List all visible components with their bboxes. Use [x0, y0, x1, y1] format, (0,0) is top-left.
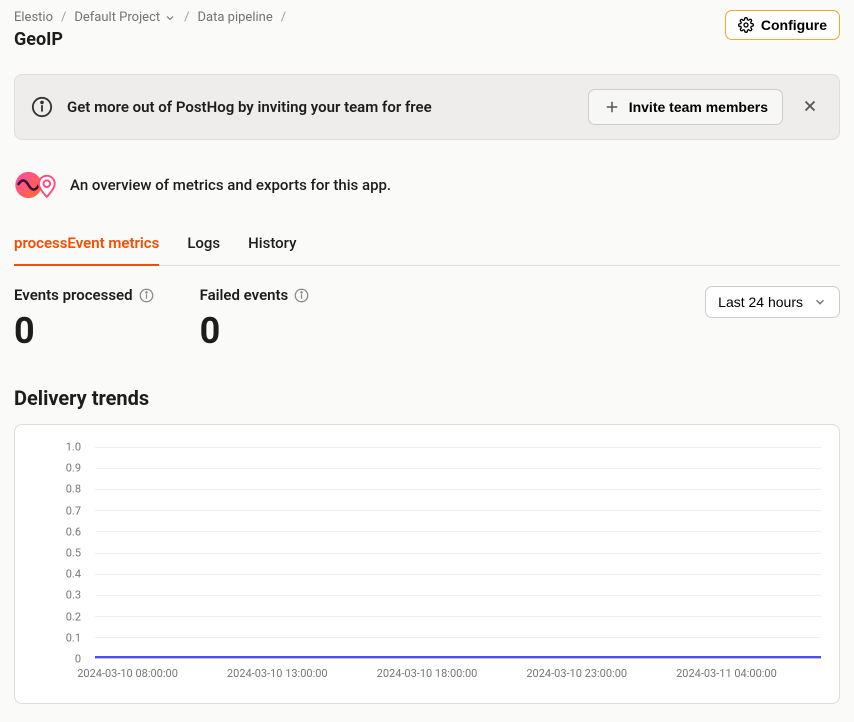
info-icon [31, 96, 53, 118]
invite-banner: Get more out of PostHog by inviting your… [14, 74, 840, 140]
tab-history[interactable]: History [248, 234, 296, 266]
chart-y-axis: 1.0 0.9 0.8 0.7 0.6 0.5 0.4 0.3 0.2 0.1 … [33, 447, 89, 659]
x-tick: 2024-03-10 08:00:00 [77, 667, 178, 680]
banner-text: Get more out of PostHog by inviting your… [67, 98, 574, 116]
chevron-down-icon[interactable] [164, 12, 176, 24]
x-tick: 2024-03-11 04:00:00 [676, 667, 777, 680]
time-range-select[interactable]: Last 24 hours [705, 286, 840, 318]
y-tick: 0.5 [66, 547, 81, 560]
metric-failed-events-value: 0 [200, 310, 310, 352]
y-tick: 0 [75, 653, 81, 666]
chart-plot [95, 447, 821, 659]
invite-label: Invite team members [629, 99, 768, 115]
configure-label: Configure [761, 17, 827, 33]
y-tick: 0.7 [66, 504, 81, 517]
y-tick: 0.2 [66, 610, 81, 623]
metric-events-processed-label: Events processed [14, 286, 133, 304]
metric-events-processed-value: 0 [14, 310, 154, 352]
time-range-label: Last 24 hours [718, 294, 803, 310]
tab-logs[interactable]: Logs [187, 234, 220, 266]
chart-series-line [95, 656, 821, 658]
tab-process-event-metrics[interactable]: processEvent metrics [14, 234, 159, 266]
y-tick: 0.8 [66, 483, 81, 496]
breadcrumb-project[interactable]: Default Project [74, 10, 160, 25]
y-tick: 0.1 [66, 631, 81, 644]
metric-failed-events: Failed events 0 [200, 286, 310, 352]
chevron-down-icon [813, 295, 827, 309]
tabs: processEvent metrics Logs History [14, 234, 840, 266]
breadcrumb-sep: / [281, 10, 286, 25]
overview-text: An overview of metrics and exports for t… [70, 176, 391, 194]
gear-icon [738, 17, 754, 33]
chart-x-axis: 2024-03-10 08:00:00 2024-03-10 13:00:00 … [33, 667, 821, 685]
page-title: GeoIP [14, 29, 286, 50]
geoip-icon [14, 164, 56, 206]
x-tick: 2024-03-10 23:00:00 [526, 667, 627, 680]
breadcrumb-sep: / [184, 10, 189, 25]
breadcrumb-sep: / [61, 10, 66, 25]
info-icon[interactable] [139, 288, 154, 303]
y-tick: 0.3 [66, 589, 81, 602]
breadcrumb-section[interactable]: Data pipeline [198, 10, 273, 25]
metric-events-processed: Events processed 0 [14, 286, 154, 352]
info-icon[interactable] [294, 288, 309, 303]
y-tick: 0.4 [66, 568, 81, 581]
banner-close-button[interactable] [797, 93, 823, 122]
overview-row: An overview of metrics and exports for t… [14, 164, 840, 206]
delivery-trends-chart: 1.0 0.9 0.8 0.7 0.6 0.5 0.4 0.3 0.2 0.1 … [14, 424, 840, 704]
page-header: Elestio / Default Project / Data pipelin… [0, 0, 854, 60]
close-icon [801, 97, 819, 115]
x-tick: 2024-03-10 18:00:00 [377, 667, 478, 680]
breadcrumb: Elestio / Default Project / Data pipelin… [14, 10, 286, 25]
metric-failed-events-label: Failed events [200, 286, 289, 304]
plus-icon [603, 98, 621, 116]
y-tick: 1.0 [66, 441, 81, 454]
invite-team-button[interactable]: Invite team members [588, 89, 783, 125]
breadcrumb-org[interactable]: Elestio [14, 10, 53, 25]
y-tick: 0.9 [66, 462, 81, 475]
y-tick: 0.6 [66, 525, 81, 538]
delivery-trends-title: Delivery trends [14, 386, 840, 410]
metrics-row: Events processed 0 Failed events 0 Last … [14, 286, 840, 352]
x-tick: 2024-03-10 13:00:00 [227, 667, 328, 680]
configure-button[interactable]: Configure [725, 10, 840, 40]
